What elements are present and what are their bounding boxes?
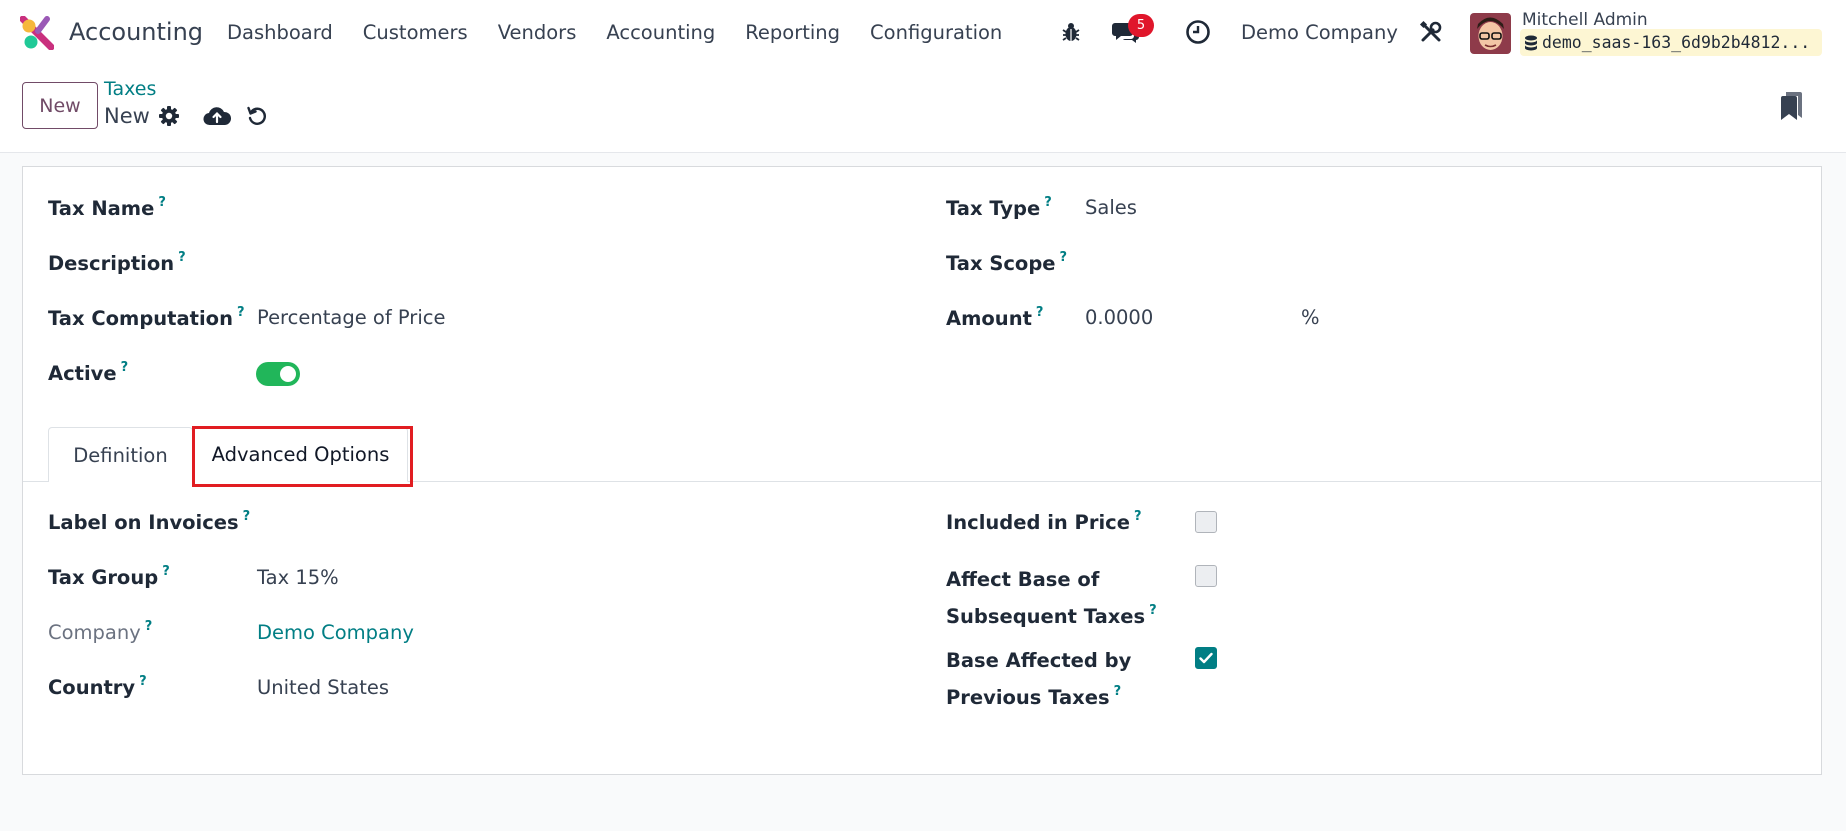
breadcrumb-current: New [104,104,150,128]
tax-scope-label: Tax Scope? [946,250,1068,275]
user-name[interactable]: Mitchell Admin [1522,10,1648,30]
checkmark-icon [1199,652,1213,664]
country-field[interactable]: United States [257,676,389,699]
tax-computation-field[interactable]: Percentage of Price [257,306,445,329]
top-navbar: Accounting Dashboard Customers Vendors A… [0,0,1846,66]
menu-configuration[interactable]: Configuration [870,21,1002,44]
app-name[interactable]: Accounting [69,18,203,46]
actions-gear-icon[interactable] [156,103,182,129]
menu-accounting[interactable]: Accounting [606,21,715,44]
tax-type-field[interactable]: Sales [1085,196,1137,219]
messages-count-badge: 5 [1128,14,1154,37]
tax-type-label: Tax Type? [946,195,1052,220]
debug-bug-icon[interactable] [1057,18,1085,46]
tax-form-sheet: Tax Name? Description? Tax Computation? … [22,166,1822,775]
bookmark-icon[interactable] [1778,90,1804,122]
tax-group-field[interactable]: Tax 15% [257,566,339,589]
user-avatar[interactable] [1470,13,1511,54]
tools-settings-icon[interactable] [1417,18,1445,46]
country-label: Country? [48,674,147,699]
base-affected-checkbox[interactable] [1195,647,1217,669]
discard-undo-icon[interactable] [244,103,270,129]
breadcrumb-taxes[interactable]: Taxes [104,78,156,100]
description-label: Description? [48,250,186,275]
control-panel: New Taxes New [0,66,1846,153]
affect-base-checkbox[interactable] [1195,565,1217,587]
tax-name-label: Tax Name? [48,195,166,220]
included-in-price-label: Included in Price? [946,509,1142,534]
activity-clock-icon[interactable] [1184,18,1212,46]
menu-customers[interactable]: Customers [363,21,468,44]
save-cloud-icon[interactable] [202,103,232,129]
new-button[interactable]: New [22,82,98,129]
main-menu: Dashboard Customers Vendors Accounting R… [227,21,1032,44]
menu-reporting[interactable]: Reporting [745,21,840,44]
company-field[interactable]: Demo Company [257,621,414,644]
active-label: Active? [48,360,129,385]
company-switcher[interactable]: Demo Company [1241,21,1398,44]
menu-dashboard[interactable]: Dashboard [227,21,333,44]
included-in-price-checkbox[interactable] [1195,511,1217,533]
amount-label: Amount? [946,305,1044,330]
amount-unit: % [1301,306,1320,329]
database-label: demo_saas-163_6d9b2b4812... [1542,33,1811,52]
tab-advanced-options[interactable]: Advanced Options [193,427,408,482]
base-affected-label: Base Affected by Previous Taxes? [946,649,1132,709]
app-logo-icon[interactable] [20,16,54,50]
database-name: demo_saas-163_6d9b2b4812... [1520,29,1822,56]
tab-definition[interactable]: Definition [48,427,193,482]
database-icon [1525,35,1537,50]
tax-group-label: Tax Group? [48,564,170,589]
company-label: Company? [48,619,153,644]
amount-field[interactable]: 0.0000 [1085,306,1153,329]
active-toggle[interactable] [256,362,300,386]
tax-computation-label: Tax Computation? [48,305,245,330]
affect-base-label: Affect Base of Subsequent Taxes? [946,568,1157,628]
label-on-invoices-label: Label on Invoices? [48,509,251,534]
menu-vendors[interactable]: Vendors [498,21,577,44]
